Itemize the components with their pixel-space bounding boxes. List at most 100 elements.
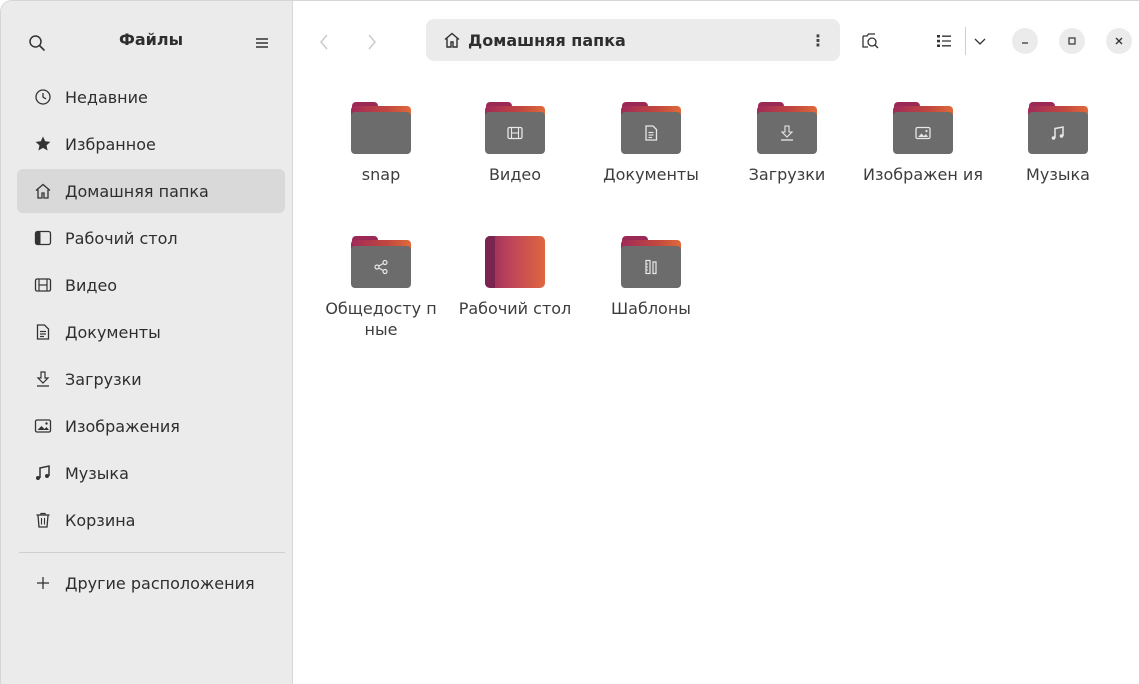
- sidebar-item-label: Видео: [65, 275, 118, 295]
- minimize-icon: [1022, 42, 1028, 44]
- file-label: Документы: [603, 165, 699, 184]
- chevron-right-icon: [368, 34, 376, 50]
- star-icon: [33, 134, 53, 154]
- file-label: Рабочий стол: [458, 299, 572, 318]
- close-icon: [1115, 37, 1123, 45]
- sidebar-divider: [19, 552, 285, 553]
- image-icon: [913, 123, 933, 143]
- sidebar-item-other-locations[interactable]: Другие расположения: [17, 561, 285, 605]
- search-button[interactable]: [23, 29, 51, 57]
- film-icon: [33, 275, 53, 295]
- search-icon: [29, 35, 45, 51]
- sidebar-item-music[interactable]: Музыка: [17, 451, 285, 495]
- maximize-icon: [1068, 37, 1076, 45]
- folder-item-desktop[interactable]: Рабочий стол: [455, 236, 575, 319]
- places-list: Недавние Избранное Домашняя папка Рабочи…: [17, 75, 285, 545]
- share-icon: [371, 257, 391, 277]
- document-icon: [641, 123, 661, 143]
- file-label: Изображен ия: [863, 165, 983, 184]
- sidebar-item-label: Музыка: [65, 463, 129, 483]
- file-label: Видео: [488, 165, 542, 184]
- desktop-folder-icon: [485, 236, 545, 288]
- sidebar: Файлы Недавние Избранное Домашняя папка …: [1, 1, 293, 684]
- folder-item-snap[interactable]: snap: [321, 102, 441, 185]
- clock-icon: [33, 87, 53, 107]
- file-label: Общедосту пные: [325, 299, 437, 339]
- sidebar-item-label: Изображения: [65, 416, 180, 436]
- home-icon: [442, 30, 462, 50]
- files-window: Файлы Недавние Избранное Домашняя папка …: [0, 0, 1139, 684]
- sidebar-item-label: Домашняя папка: [65, 181, 209, 201]
- sidebar-item-starred[interactable]: Избранное: [17, 122, 285, 166]
- file-label: snap: [361, 165, 401, 184]
- sidebar-item-label: Недавние: [65, 87, 148, 107]
- view-list-toggle[interactable]: [929, 25, 959, 57]
- folder-icon: [351, 236, 411, 288]
- folder-item-templates[interactable]: Шаблоны: [591, 236, 711, 319]
- main-menu-button[interactable]: [248, 29, 276, 57]
- folder-icon: [893, 102, 953, 154]
- folder-icon: [621, 236, 681, 288]
- folder-icon: [351, 102, 411, 154]
- desktop-icon: [33, 228, 53, 248]
- music-icon: [33, 463, 53, 483]
- sidebar-item-videos[interactable]: Видео: [17, 263, 285, 307]
- folder-icon: [757, 102, 817, 154]
- sidebar-item-label: Избранное: [65, 134, 156, 154]
- home-icon: [33, 181, 53, 201]
- folder-icon: [621, 102, 681, 154]
- sidebar-item-documents[interactable]: Документы: [17, 310, 285, 354]
- template-icon: [641, 257, 661, 277]
- sidebar-item-desktop[interactable]: Рабочий стол: [17, 216, 285, 260]
- list-view-icon: [937, 35, 951, 47]
- hamburger-menu-icon: [256, 38, 268, 48]
- folder-item-documents[interactable]: Документы: [591, 102, 711, 185]
- music-icon: [1048, 123, 1068, 143]
- folder-item-pictures[interactable]: Изображен ия: [863, 102, 983, 185]
- current-location-label: Домашняя папка: [468, 30, 626, 50]
- sidebar-item-recent[interactable]: Недавние: [17, 75, 285, 119]
- header-bar: Домашняя папка ⋮: [293, 1, 1139, 81]
- film-icon: [505, 123, 525, 143]
- sidebar-item-home[interactable]: Домашняя папка: [17, 169, 285, 213]
- app-title: Файлы: [118, 30, 184, 49]
- location-bar[interactable]: Домашняя папка ⋮: [426, 19, 840, 61]
- file-label: Загрузки: [748, 165, 826, 184]
- folder-search-icon: [862, 33, 879, 49]
- sidebar-item-downloads[interactable]: Загрузки: [17, 357, 285, 401]
- document-icon: [33, 322, 53, 342]
- file-grid: snap Видео Документы Загрузки Изображен: [293, 81, 1139, 684]
- folder-item-public[interactable]: Общедосту пные: [321, 236, 441, 340]
- trash-icon: [33, 510, 53, 530]
- folder-icon: [1028, 102, 1088, 154]
- close-button[interactable]: [1106, 28, 1132, 54]
- sidebar-item-label: Рабочий стол: [65, 228, 178, 248]
- sidebar-item-pictures[interactable]: Изображения: [17, 404, 285, 448]
- plus-icon: [33, 573, 53, 593]
- image-icon: [33, 416, 53, 436]
- download-icon: [33, 369, 53, 389]
- folder-item-downloads[interactable]: Загрузки: [727, 102, 847, 185]
- maximize-button[interactable]: [1059, 28, 1085, 54]
- download-icon: [777, 123, 797, 143]
- folder-item-videos[interactable]: Видео: [455, 102, 575, 185]
- sidebar-header: Файлы: [1, 1, 292, 81]
- other-locations-container: Другие расположения: [17, 561, 285, 608]
- sidebar-item-trash[interactable]: Корзина: [17, 498, 285, 542]
- search-in-folder-button[interactable]: [855, 25, 885, 57]
- sidebar-item-label: Другие расположения: [65, 573, 255, 593]
- minimize-button[interactable]: [1012, 28, 1038, 54]
- chevron-down-icon: [974, 38, 986, 45]
- location-menu-button[interactable]: ⋮: [808, 29, 828, 51]
- file-label: Музыка: [1026, 165, 1090, 184]
- sidebar-item-label: Корзина: [65, 510, 136, 530]
- sidebar-item-label: Документы: [65, 322, 161, 342]
- view-options-button[interactable]: [969, 25, 991, 57]
- file-label: Шаблоны: [611, 299, 691, 318]
- sidebar-item-label: Загрузки: [65, 369, 142, 389]
- back-button[interactable]: [307, 25, 341, 59]
- folder-icon: [485, 102, 545, 154]
- folder-item-music[interactable]: Музыка: [998, 102, 1118, 185]
- forward-button[interactable]: [355, 25, 389, 59]
- chevron-left-icon: [320, 34, 328, 50]
